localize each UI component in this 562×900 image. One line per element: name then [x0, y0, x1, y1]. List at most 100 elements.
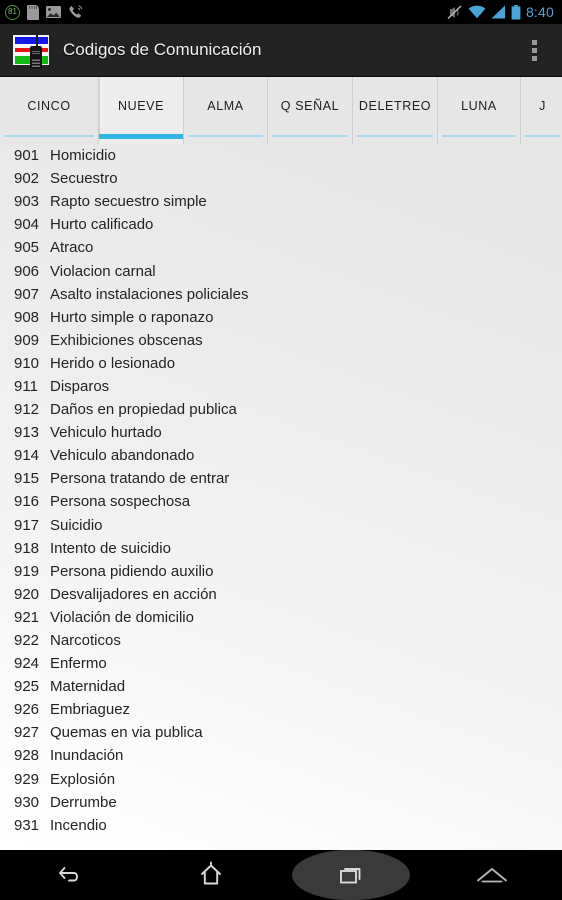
- list-item-name: Vehiculo hurtado: [50, 424, 162, 442]
- tab-bar[interactable]: CINCO NUEVE ALMA Q SEÑAL DELETREO LUNA J: [0, 77, 562, 144]
- list-item-code: 920: [14, 585, 40, 603]
- tab-label: ALMA: [207, 99, 244, 113]
- list-item[interactable]: 921 Violación de domicilio: [0, 606, 562, 629]
- list-item[interactable]: 917 Suicidio: [0, 514, 562, 537]
- list-item-code: 925: [14, 678, 40, 696]
- status-bar-right-icons: 8:40: [447, 4, 562, 20]
- list-item-code: 906: [14, 262, 40, 280]
- list-item[interactable]: 924 Enfermo: [0, 652, 562, 675]
- list-item[interactable]: 910 Herido o lesionado: [0, 352, 562, 375]
- phone-signal-icon: [69, 4, 83, 18]
- caret-up-icon[interactable]: [422, 850, 562, 900]
- list-item[interactable]: 905 Atraco: [0, 236, 562, 259]
- list-item-code: 915: [14, 470, 40, 488]
- list-item[interactable]: 911 Disparos: [0, 375, 562, 398]
- recents-icon[interactable]: [281, 850, 422, 900]
- list-item-code: 917: [14, 516, 40, 534]
- list-item[interactable]: 907 Asalto instalaciones policiales: [0, 283, 562, 306]
- tab-luna[interactable]: LUNA: [437, 77, 520, 144]
- list-item[interactable]: 922 Narcoticos: [0, 629, 562, 652]
- list-item[interactable]: 913 Vehiculo hurtado: [0, 421, 562, 444]
- list-item-code: 904: [14, 216, 40, 234]
- list-item[interactable]: 901 Homicidio: [0, 144, 562, 167]
- vibrate-off-icon: [447, 4, 462, 19]
- tab-indicator: [442, 135, 516, 137]
- tab-j[interactable]: J: [520, 77, 562, 144]
- list-item[interactable]: 920 Desvalijadores en acción: [0, 583, 562, 606]
- home-icon[interactable]: [141, 850, 282, 900]
- radio-flag-icon: [11, 30, 51, 70]
- list-item[interactable]: 927 Quemas en via publica: [0, 721, 562, 744]
- list-item-name: Hurto simple o raponazo: [50, 308, 214, 326]
- list-item-code: 922: [14, 632, 40, 650]
- list-item-name: Persona pidiendo auxilio: [50, 562, 214, 580]
- list-item-code: 926: [14, 701, 40, 719]
- tab-alma[interactable]: ALMA: [183, 77, 267, 144]
- list-item-name: Homicidio: [50, 147, 116, 165]
- list-item[interactable]: 912 Daños en propiedad publica: [0, 398, 562, 421]
- tab-deletreo[interactable]: DELETREO: [352, 77, 437, 144]
- list-item[interactable]: 930 Derrumbe: [0, 791, 562, 814]
- cellular-signal-icon: [491, 5, 505, 19]
- tab-indicator: [188, 135, 263, 137]
- list-item-code: 901: [14, 147, 40, 165]
- list-item-name: Desvalijadores en acción: [50, 585, 217, 603]
- list-item[interactable]: 918 Intento de suicidio: [0, 537, 562, 560]
- list-item[interactable]: 919 Persona pidiendo auxilio: [0, 560, 562, 583]
- list-item[interactable]: 906 Violacion carnal: [0, 259, 562, 282]
- list-item[interactable]: 903 Rapto secuestro simple: [0, 190, 562, 213]
- status-bar: 81 8:40: [0, 0, 562, 24]
- list-item-name: Violación de domicilio: [50, 608, 194, 626]
- list-item[interactable]: 908 Hurto simple o raponazo: [0, 306, 562, 329]
- battery-badge-icon: 81: [5, 4, 20, 20]
- list-item[interactable]: 916 Persona sospechosa: [0, 490, 562, 513]
- list-item-name: Suicidio: [50, 516, 103, 534]
- list-item-code: 924: [14, 655, 40, 673]
- tab-cinco[interactable]: CINCO: [0, 77, 98, 144]
- tab-indicator: [272, 135, 348, 137]
- screenshot-image-icon: [46, 6, 61, 18]
- list-item-name: Enfermo: [50, 655, 107, 673]
- code-list[interactable]: 901 Homicidio 902 Secuestro 903 Rapto secuest…: [0, 144, 562, 850]
- list-item[interactable]: 909 Exhibiciones obscenas: [0, 329, 562, 352]
- list-item-name: Persona tratando de entrar: [50, 470, 230, 488]
- list-item-name: Persona sospechosa: [50, 493, 191, 511]
- list-item[interactable]: 902 Secuestro: [0, 167, 562, 190]
- list-item[interactable]: 928 Inundación: [0, 744, 562, 767]
- list-item-name: Vehiculo abandonado: [50, 447, 195, 465]
- action-bar: Codigos de Comunicación: [0, 24, 562, 77]
- tab-label: J: [539, 99, 546, 113]
- tab-nueve[interactable]: NUEVE: [98, 77, 183, 144]
- overflow-menu-icon[interactable]: [524, 33, 544, 67]
- list-item-code: 912: [14, 401, 40, 419]
- list-item-name: Derrumbe: [50, 793, 117, 811]
- list-item-code: 908: [14, 308, 40, 326]
- list-item[interactable]: 929 Explosión: [0, 768, 562, 791]
- list-item-code: 929: [14, 770, 40, 788]
- list-item[interactable]: 925 Maternidad: [0, 675, 562, 698]
- list-item-code: 909: [14, 331, 40, 349]
- list-item-code: 907: [14, 285, 40, 303]
- system-navigation-bar: [0, 850, 562, 900]
- list-item-name: Intento de suicidio: [50, 539, 171, 557]
- tab-label: Q SEÑAL: [280, 99, 340, 113]
- list-item-name: Asalto instalaciones policiales: [50, 285, 249, 303]
- list-item-code: 928: [14, 747, 40, 765]
- list-item-name: Atraco: [50, 239, 94, 257]
- tab-label: LUNA: [461, 99, 497, 113]
- tab-q-se-al[interactable]: Q SEÑAL: [267, 77, 352, 144]
- list-item-code: 911: [14, 377, 38, 395]
- list-item[interactable]: 926 Embriaguez: [0, 698, 562, 721]
- list-item-code: 913: [14, 424, 40, 442]
- list-item[interactable]: 915 Persona tratando de entrar: [0, 467, 562, 490]
- sim-card-icon: [27, 4, 39, 20]
- list-item-name: Secuestro: [50, 170, 118, 188]
- list-item[interactable]: 904 Hurto calificado: [0, 213, 562, 236]
- list-item-code: 916: [14, 493, 40, 511]
- list-item[interactable]: 931 Incendio: [0, 814, 562, 837]
- list-item-code: 930: [14, 793, 40, 811]
- back-icon[interactable]: [0, 850, 141, 900]
- list-item[interactable]: 914 Vehiculo abandonado: [0, 444, 562, 467]
- list-item-name: Inundación: [50, 747, 124, 765]
- battery-icon: [511, 4, 521, 19]
